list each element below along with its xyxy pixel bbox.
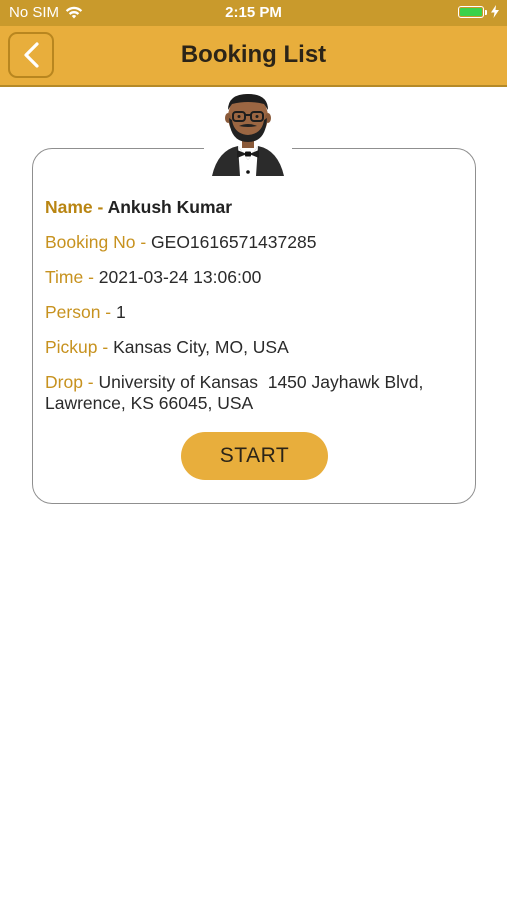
booking-card: Name - Ankush Kumar Booking No - GEO1616… bbox=[32, 148, 476, 504]
start-button[interactable]: START bbox=[181, 432, 328, 480]
status-bar: No SIM 2:15 PM bbox=[0, 0, 507, 26]
person-row: Person - 1 bbox=[45, 302, 465, 323]
page-title: Booking List bbox=[180, 41, 327, 68]
name-row: Name - Ankush Kumar bbox=[45, 197, 465, 218]
charging-bolt-icon bbox=[491, 5, 499, 18]
avatar-graphic bbox=[212, 94, 284, 176]
booking-no-row: Booking No - GEO1616571437285 bbox=[45, 232, 465, 253]
nav-bar: Booking List bbox=[0, 26, 507, 87]
booking-no-value: GEO1616571437285 bbox=[151, 232, 317, 252]
pickup-value: Kansas City, MO, USA bbox=[113, 337, 289, 357]
battery-fill bbox=[460, 7, 482, 16]
battery-icon bbox=[458, 5, 487, 18]
person-label: Person - bbox=[45, 302, 116, 322]
drop-label: Drop - bbox=[45, 372, 99, 392]
booking-no-label: Booking No - bbox=[45, 232, 152, 252]
pickup-label: Pickup - bbox=[45, 337, 114, 357]
booking-details: Name - Ankush Kumar Booking No - GEO1616… bbox=[45, 197, 465, 428]
status-time: 2:15 PM bbox=[225, 4, 282, 21]
person-value: 1 bbox=[116, 302, 126, 322]
time-value: 2021-03-24 13:06:00 bbox=[98, 267, 262, 287]
chauffeur-avatar-icon bbox=[204, 90, 292, 180]
drop-row: Drop - University of Kansas 1450 Jayhawk… bbox=[45, 372, 465, 414]
time-label: Time - bbox=[45, 267, 99, 287]
name-value: Ankush Kumar bbox=[107, 197, 233, 217]
battery-group bbox=[458, 5, 499, 18]
drop-value: University of Kansas 1450 Jayhawk Blvd, … bbox=[45, 372, 429, 413]
name-label: Name - bbox=[45, 197, 108, 217]
time-row: Time - 2021-03-24 13:06:00 bbox=[45, 267, 465, 288]
pickup-row: Pickup - Kansas City, MO, USA bbox=[45, 337, 465, 358]
